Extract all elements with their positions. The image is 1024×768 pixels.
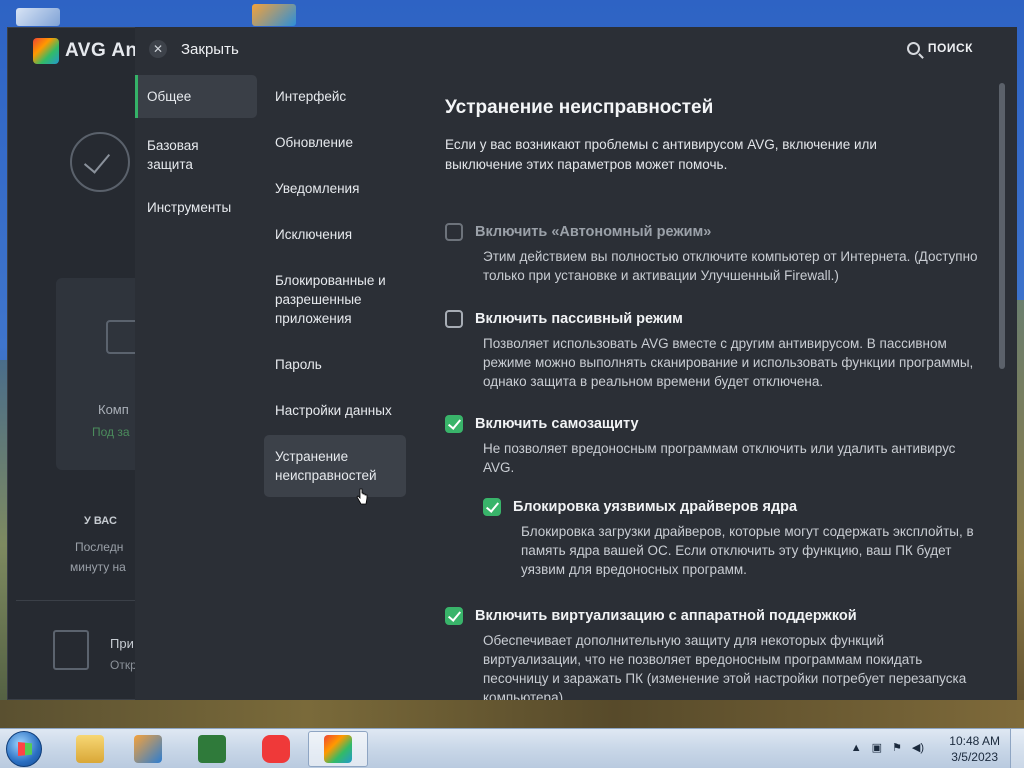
self-defense-description: Не позволяет вредоносным программам откл… [483,441,956,475]
troubleshooting-content: Устранение неисправностей Если у вас воз… [445,27,985,700]
option-hw-virtualization: Включить виртуализацию с аппаратной подд… [445,607,985,700]
category-tools[interactable]: Инструменты [135,186,257,229]
hand-cursor-icon [356,488,368,505]
clock-date: 3/5/2023 [951,750,998,764]
page-title: Устранение неисправностей [445,97,714,118]
computer-card[interactable] [56,278,146,470]
category-basic-protection[interactable]: Базовая защита [135,124,257,186]
taskbar-vivaldi[interactable] [246,731,306,767]
page-description: Если у вас возникают проблемы с антивиру… [445,137,877,172]
hw-virtualization-description: Обеспечивает дополнительную защиту для н… [483,633,967,700]
content-scrollbar[interactable] [999,83,1005,369]
hw-virtualization-label: Включить виртуализацию с аппаратной подд… [475,608,857,624]
taskbar-avg[interactable] [308,731,368,767]
windows-logo-icon [18,742,32,756]
settings-subsections: Интерфейс Обновление Уведомления Исключе… [264,75,406,500]
tray-expand-icon[interactable]: ▲ [851,742,862,754]
kernel-drivers-label: Блокировка уязвимых драйверов ядра [513,499,798,515]
gift-icon [53,630,89,670]
option-self-defense: Включить самозащиту Не позволяет вредоно… [445,415,985,477]
settings-categories: Общее Базовая защита Инструменты [135,75,257,229]
subsection-data-settings[interactable]: Настройки данных [264,389,406,432]
promo-title: При [110,636,134,651]
offline-mode-label: Включить «Автономный режим» [475,224,712,240]
desktop-icon-computer[interactable] [16,8,60,26]
avg-logo-icon [33,38,59,64]
computer-card-status: Под за [92,425,130,439]
taskbar-csharp[interactable] [182,731,242,767]
option-kernel-drivers: Блокировка уязвимых драйверов ядра Блоки… [445,498,985,579]
promo-subtitle: Откр [110,658,137,672]
vivaldi-icon [262,735,290,763]
offline-mode-checkbox[interactable] [445,223,463,241]
passive-mode-checkbox[interactable] [445,310,463,328]
close-label[interactable]: Закрыть [181,41,239,58]
csharp-icon [198,735,226,763]
taskbar-media-player[interactable] [118,731,178,767]
subsection-exceptions[interactable]: Исключения [264,213,406,256]
divider [16,600,144,601]
status-section-title: У ВАС [84,515,117,527]
subsection-blocked-allowed-apps[interactable]: Блокированные и разрешенные приложения [264,259,406,340]
offline-mode-description: Этим действием вы полностью отключите ко… [483,249,978,283]
subsection-notifications[interactable]: Уведомления [264,167,406,210]
subsection-password[interactable]: Пароль [264,343,406,386]
system-tray: ▲ ▣ ⚑ ◀) [851,741,924,755]
start-button[interactable] [6,731,42,767]
protection-check-icon [70,132,130,192]
avg-taskbar-icon [324,735,352,763]
close-settings-button[interactable]: ✕ Закрыть [149,40,239,58]
subsection-interface[interactable]: Интерфейс [264,75,406,118]
settings-panel: ✕ Закрыть ПОИСК Общее Базовая защита Инс… [135,27,1017,700]
desktop-icon-app[interactable] [252,4,296,26]
clock[interactable]: 10:48 AM 3/5/2023 [949,733,1000,765]
show-desktop-button[interactable] [1010,729,1024,768]
taskbar: ▲ ▣ ⚑ ◀) 10:48 AM 3/5/2023 [0,728,1024,768]
hw-virtualization-checkbox[interactable] [445,607,463,625]
action-center-flag-icon[interactable]: ⚑ [892,741,902,754]
option-passive-mode: Включить пассивный режим Позволяет испол… [445,310,985,391]
media-player-icon [134,735,162,763]
option-offline-mode: Включить «Автономный режим» Этим действи… [445,223,985,285]
category-general[interactable]: Общее [135,75,257,118]
desktop-wallpaper-bottom [0,700,1024,728]
passive-mode-description: Позволяет использовать AVG вместе с друг… [483,336,974,389]
network-icon[interactable]: ▣ [872,741,882,754]
app-title: AVG Ant [65,40,145,61]
subsection-troubleshooting[interactable]: Устранение неисправностей [264,435,406,497]
last-scan-line-2: минуту на [70,560,126,574]
computer-card-title: Комп [98,402,129,417]
taskbar-explorer[interactable] [60,731,120,767]
avg-logo: AVG Ant [33,38,145,64]
volume-icon[interactable]: ◀) [912,741,924,754]
passive-mode-label: Включить пассивный режим [475,311,683,327]
subsection-update[interactable]: Обновление [264,121,406,164]
self-defense-checkbox[interactable] [445,415,463,433]
last-scan-line-1: Последн [75,540,124,554]
close-icon[interactable]: ✕ [149,40,167,58]
self-defense-label: Включить самозащиту [475,416,639,432]
clock-time: 10:48 AM [949,734,1000,748]
folder-icon [76,735,104,763]
kernel-drivers-checkbox[interactable] [483,498,501,516]
desktop-wallpaper-right [1016,300,1024,730]
kernel-drivers-description: Блокировка загрузки драйверов, которые м… [521,524,974,577]
